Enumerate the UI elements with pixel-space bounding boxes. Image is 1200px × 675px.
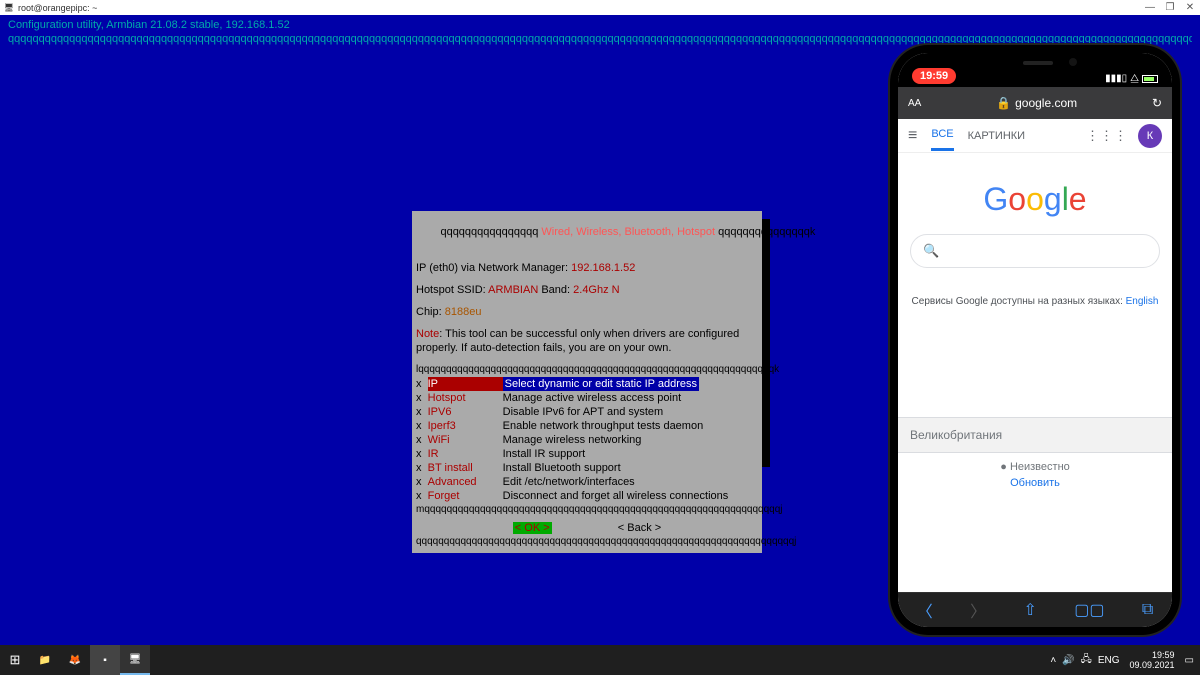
bookmarks-icon[interactable]: ▢▢: [1074, 600, 1104, 620]
tray-chevron-icon[interactable]: ˄: [1050, 655, 1056, 666]
minimize-button[interactable]: —: [1140, 0, 1160, 15]
tray-clock[interactable]: 19:59 09.09.2021: [1126, 650, 1179, 670]
location-unknown: ● Неизвестно: [898, 453, 1172, 475]
tray-notifications-icon[interactable]: ▭: [1185, 655, 1194, 666]
safari-toolbar: 〈 〉 ⇧ ▢▢ ⧉: [898, 592, 1172, 627]
google-logo: Google: [898, 153, 1172, 234]
tabs-icon[interactable]: ⧉: [1142, 601, 1153, 619]
note-text: : This tool can be successful only when …: [439, 328, 739, 340]
ip-label: IP (eth0) via Network Manager:: [416, 262, 571, 274]
menu-border-bot: mqqqqqqqqqqqqqqqqqqqqqqqqqqqqqqqqqqqqqqq…: [416, 503, 758, 517]
menu-border-top: lqqqqqqqqqqqqqqqqqqqqqqqqqqqqqqqqqqqqqqq…: [416, 363, 758, 377]
safari-url-bar[interactable]: AA 🔒 google.com ↻: [898, 87, 1172, 119]
tray-network-icon[interactable]: 🖧: [1081, 652, 1092, 669]
search-input[interactable]: 🔍: [910, 234, 1160, 268]
text-size-button[interactable]: AA: [908, 98, 921, 109]
page-content: ≡ ВСЕ КАРТИНКИ ⋮⋮⋮ К Google 🔍 Сервисы Go…: [898, 119, 1172, 592]
country-label: Великобритания: [898, 417, 1172, 453]
back-icon[interactable]: 〈: [917, 598, 933, 622]
account-avatar[interactable]: К: [1138, 124, 1162, 148]
wifi-icon: ⧋: [1130, 73, 1139, 84]
chip-label: Chip:: [416, 306, 445, 318]
menu-item-hotspot[interactable]: x Hotspot Manage active wireless access …: [416, 391, 758, 405]
chip-value: 8188eu: [445, 306, 482, 318]
dialog-bottom-border: qqqqqqqqqqqqqqqqqqqqqqqqqqqqqqqqqqqqqqqq…: [416, 535, 758, 549]
start-button[interactable]: ⊞: [0, 645, 30, 675]
apps-icon[interactable]: ⋮⋮⋮: [1086, 128, 1128, 144]
maximize-button[interactable]: ❐: [1160, 0, 1180, 15]
config-header: Configuration utility, Armbian 21.08.2 s…: [8, 18, 1192, 32]
menu-item-advanced[interactable]: x Advanced Edit /etc/network/interfaces: [416, 475, 758, 489]
forward-icon: 〉: [970, 598, 986, 622]
menu-item-ipv6[interactable]: x IPV6 Disable IPv6 for APT and system: [416, 405, 758, 419]
tab-all[interactable]: ВСЕ: [931, 120, 953, 151]
band-value: 2.4Ghz N: [573, 284, 619, 296]
tray-volume-icon[interactable]: 🔊: [1062, 655, 1074, 666]
hotspot-ssid: ARMBIAN: [488, 284, 538, 296]
network-dialog: qqqqqqqqqqqqqqqq Wired, Wireless, Blueto…: [412, 211, 762, 553]
menu-item-iperf3[interactable]: x Iperf3 Enable network throughput tests…: [416, 419, 758, 433]
iphone-mockup: 19:59 ▮▮▮▯ ⧋ AA 🔒 google.com ↻ ≡ ВСЕ КАРТ…: [890, 45, 1180, 635]
menu-item-ir[interactable]: x IR Install IR support: [416, 447, 758, 461]
location-update[interactable]: Обновить: [898, 475, 1172, 497]
search-icon: 🔍: [923, 243, 939, 259]
dialog-border: qqqqqqqqqqqqqqqk: [715, 226, 815, 238]
menu-item-forget[interactable]: x Forget Disconnect and forget all wirel…: [416, 489, 758, 503]
english-link[interactable]: English: [1126, 296, 1159, 307]
ip-value: 192.168.1.52: [571, 262, 635, 274]
menu-item-bt-install[interactable]: x BT install Install Bluetooth support: [416, 461, 758, 475]
status-icons: ▮▮▮▯ ⧋: [1105, 73, 1158, 84]
system-tray[interactable]: ˄ 🔊 🖧 ENG 19:59 09.09.2021 ▭: [1050, 650, 1200, 670]
lock-icon: 🔒: [996, 96, 1011, 110]
taskbar-putty[interactable]: 🖥: [120, 645, 150, 675]
menu-item-wifi[interactable]: x WiFi Manage wireless networking: [416, 433, 758, 447]
taskbar-app[interactable]: ▪: [90, 645, 120, 675]
services-text: Сервисы Google доступны на разных языках…: [898, 296, 1172, 307]
border-line: qqqqqqqqqqqqqqqqqqqqqqqqqqqqqqqqqqqqqqqq…: [8, 32, 1192, 46]
window-titlebar: 🖥 root@orangepipc: ~ — ❐ ✕: [0, 0, 1200, 15]
windows-taskbar: ⊞ 📁 🦊 ▪ 🖥 ˄ 🔊 🖧 ENG 19:59 09.09.2021 ▭: [0, 645, 1200, 675]
menu-item-ip[interactable]: x IP Select dynamic or edit static IP ad…: [416, 377, 758, 391]
share-icon[interactable]: ⇧: [1023, 600, 1036, 620]
hamburger-icon[interactable]: ≡: [908, 127, 917, 145]
window-title: root@orangepipc: ~: [18, 3, 97, 13]
ok-button[interactable]: < OK >: [513, 522, 552, 534]
back-button[interactable]: < Back >: [618, 522, 661, 534]
status-time: 19:59: [912, 68, 956, 84]
taskbar-explorer[interactable]: 📁: [30, 645, 60, 675]
hotspot-label: Hotspot SSID:: [416, 284, 488, 296]
note-text2: properly. If auto-detection fails, you a…: [416, 341, 758, 355]
close-button[interactable]: ✕: [1180, 0, 1200, 15]
dialog-border: qqqqqqqqqqqqqqqq: [440, 226, 541, 238]
phone-notch: [975, 53, 1095, 75]
url-text: google.com: [1015, 96, 1077, 110]
band-label: Band:: [538, 284, 573, 296]
putty-icon: 🖥: [4, 3, 14, 13]
tray-lang[interactable]: ENG: [1098, 655, 1120, 666]
dialog-title: Wired, Wireless, Bluetooth, Hotspot: [541, 226, 715, 238]
battery-icon: [1142, 75, 1158, 83]
note-label: Note: [416, 328, 439, 340]
reload-icon[interactable]: ↻: [1152, 96, 1162, 110]
taskbar-firefox[interactable]: 🦊: [60, 645, 90, 675]
tab-images[interactable]: КАРТИНКИ: [968, 122, 1025, 150]
signal-icon: ▮▮▮▯: [1105, 73, 1127, 84]
